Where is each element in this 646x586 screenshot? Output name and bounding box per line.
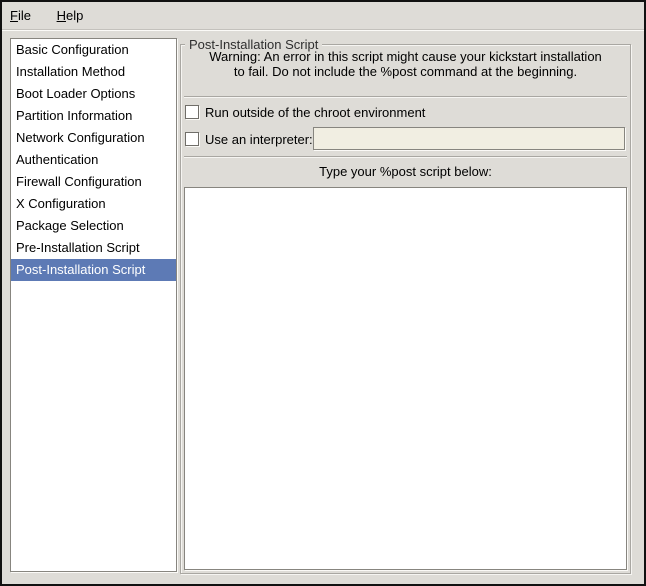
menu-help[interactable]: Help [49, 2, 92, 29]
warning-text: Warning: An error in this script might c… [181, 49, 630, 79]
sidebar-item-authentication[interactable]: Authentication [11, 149, 176, 171]
post-installation-script-frame: Post-Installation Script Warning: An err… [180, 44, 631, 574]
warning-line-1: Warning: An error in this script might c… [181, 49, 630, 64]
warning-line-2: to fail. Do not include the %post comman… [181, 64, 630, 79]
interpreter-checkbox-row: Use an interpreter: [185, 127, 626, 151]
script-label: Type your %post script below: [181, 164, 630, 179]
chroot-checkbox-label[interactable]: Run outside of the chroot environment [205, 105, 425, 120]
sidebar-item-firewall-configuration[interactable]: Firewall Configuration [11, 171, 176, 193]
kickstart-configurator-window: File Help Basic Configuration Installati… [0, 0, 646, 586]
section-list: Basic Configuration Installation Method … [10, 38, 177, 572]
script-textarea[interactable] [184, 187, 627, 570]
separator [184, 156, 627, 157]
menu-bar: File Help [2, 2, 644, 30]
sidebar-item-installation-method[interactable]: Installation Method [11, 61, 176, 83]
sidebar-item-x-configuration[interactable]: X Configuration [11, 193, 176, 215]
chroot-checkbox[interactable] [185, 105, 199, 119]
sidebar-item-pre-installation-script[interactable]: Pre-Installation Script [11, 237, 176, 259]
sidebar-item-network-configuration[interactable]: Network Configuration [11, 127, 176, 149]
sidebar-item-partition-information[interactable]: Partition Information [11, 105, 176, 127]
sidebar-item-post-installation-script[interactable]: Post-Installation Script [11, 259, 176, 281]
interpreter-checkbox[interactable] [185, 132, 199, 146]
menu-file[interactable]: File [2, 2, 39, 29]
chroot-checkbox-row: Run outside of the chroot environment [185, 103, 626, 121]
interpreter-input[interactable] [313, 127, 625, 150]
interpreter-checkbox-label[interactable]: Use an interpreter: [205, 132, 313, 147]
sidebar-item-basic-configuration[interactable]: Basic Configuration [11, 39, 176, 61]
sidebar-item-boot-loader-options[interactable]: Boot Loader Options [11, 83, 176, 105]
separator [184, 96, 627, 97]
sidebar-item-package-selection[interactable]: Package Selection [11, 215, 176, 237]
